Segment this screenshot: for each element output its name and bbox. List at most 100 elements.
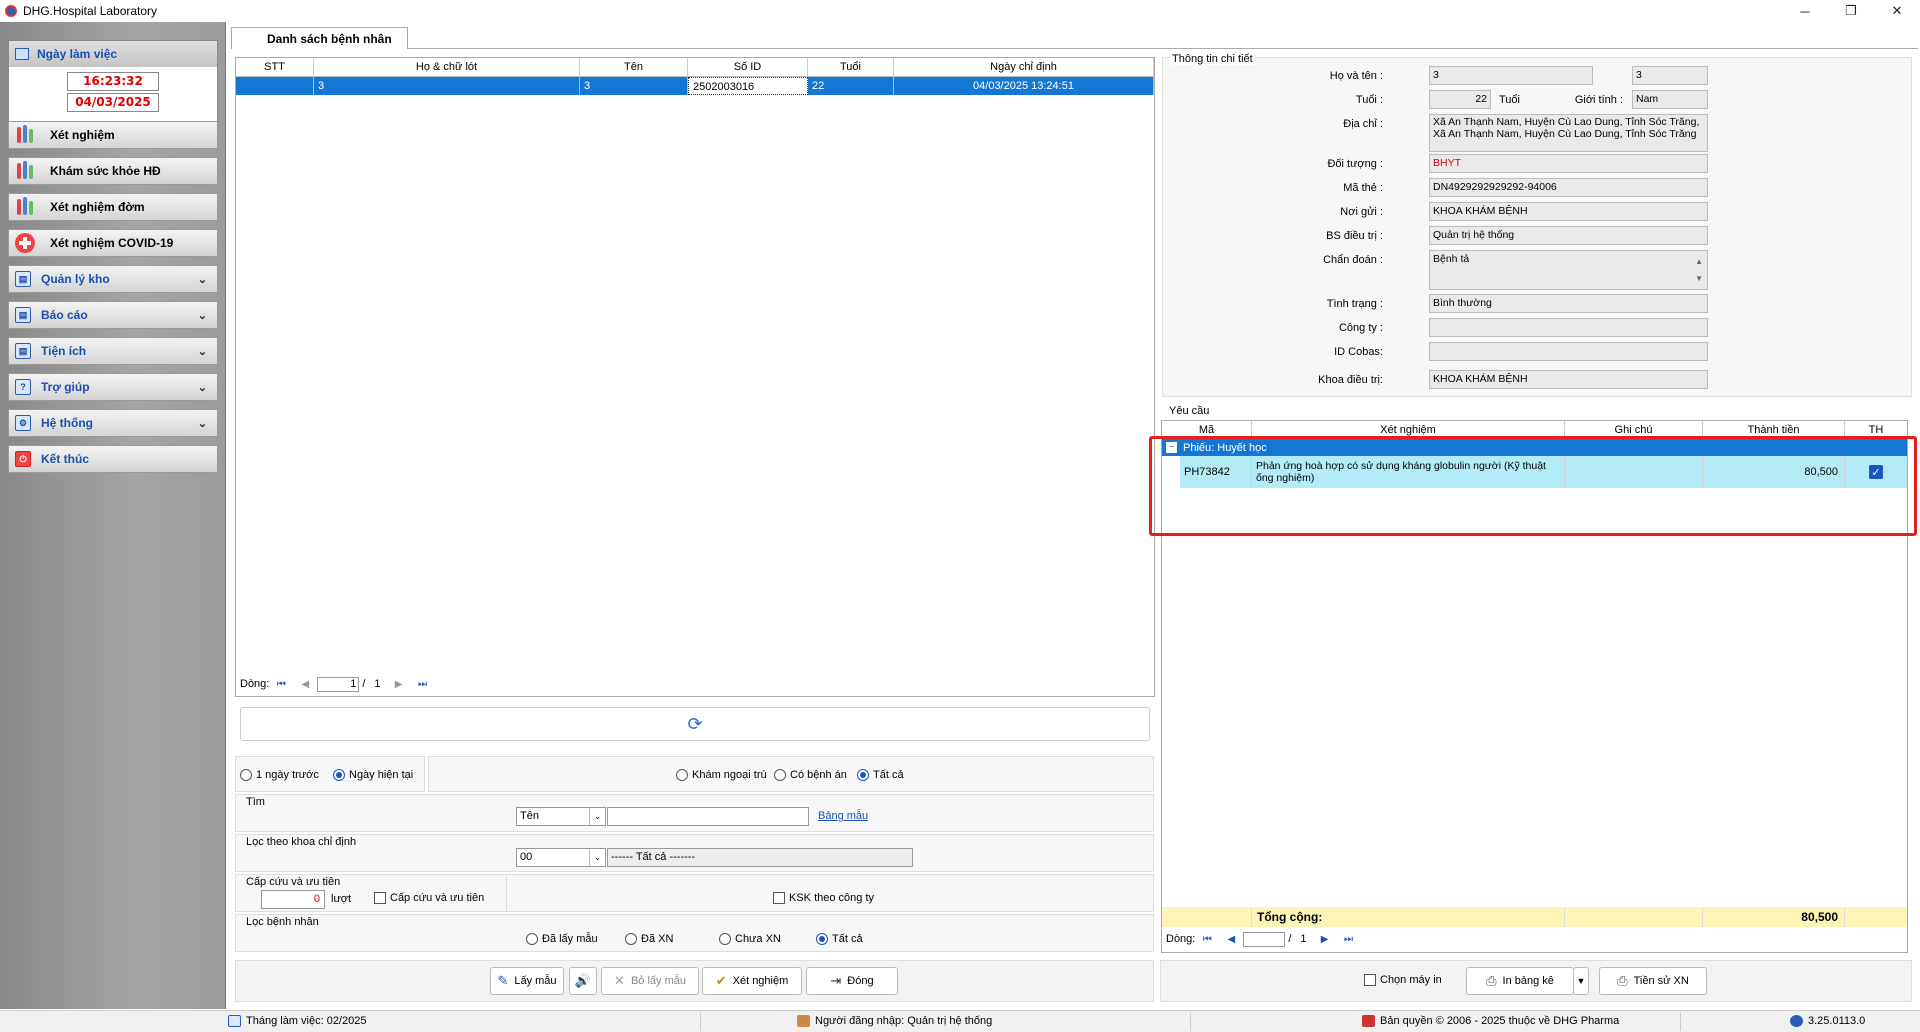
column-header[interactable]: Tuổi xyxy=(808,58,894,76)
radio-co-benh-an[interactable]: Có bệnh án xyxy=(774,769,847,781)
status-version: 3.25.0113.0 xyxy=(1790,1015,1865,1027)
status-month: Tháng làm việc: 02/2025 xyxy=(228,1015,366,1027)
chan-doan-value: Bệnh tả xyxy=(1433,253,1470,265)
label-id-cobas: ID Cobas: xyxy=(1334,346,1383,358)
search-panel: Tìm Tên ⌄ Bảng mẫu xyxy=(235,794,1154,832)
radio-today[interactable]: Ngày hiện tại xyxy=(333,769,413,781)
detail-panel: Thông tin chi tiết Họ và tên : 3 3 Tuổi … xyxy=(1162,53,1912,397)
label-dia-chi: Địa chỉ : xyxy=(1343,118,1383,130)
label-bs-dieu-tri: BS điều trị : xyxy=(1326,230,1383,242)
users-icon xyxy=(797,1015,810,1027)
radio-kham-ngoai-tru[interactable]: Khám ngoại trú xyxy=(676,769,767,781)
nav-group-tien-ich[interactable]: ▤ Tiện ích ⌄ xyxy=(8,337,218,365)
nav-group-he-thong[interactable]: ⚙ Hệ thống ⌄ xyxy=(8,409,218,437)
take-sample-button[interactable]: ✎ Lấy mẫu xyxy=(490,967,564,995)
field-tinh-trang: Bình thường xyxy=(1429,294,1708,313)
radio-tat-ca-type[interactable]: Tất cả xyxy=(857,769,904,781)
radio-da-lay-mau[interactable]: Đã lấy mẫu xyxy=(526,933,598,945)
bang-mau-link[interactable]: Bảng mẫu xyxy=(818,810,868,822)
page-input[interactable] xyxy=(1243,931,1286,947)
radio-da-xn[interactable]: Đã XN xyxy=(625,933,673,945)
nav-group-quan-ly-kho[interactable]: ▤ Quản lý kho ⌄ xyxy=(8,265,218,293)
table-row[interactable]: 3 3 2502003016 22 04/03/2025 13:24:51 xyxy=(236,77,1154,95)
first-page-icon[interactable]: ⏮ xyxy=(1200,932,1214,946)
cell-tuoi: 22 xyxy=(808,77,894,95)
printer-icon: ⎙ xyxy=(1486,973,1497,988)
close-form-button[interactable]: ⇥ Đóng xyxy=(806,967,898,995)
exit-icon: ⏻ xyxy=(15,451,31,467)
dept-code-select[interactable]: 00 ⌄ xyxy=(516,848,606,867)
print-dropdown-button[interactable]: ▼ xyxy=(1573,967,1589,995)
close-button[interactable]: ✕ xyxy=(1874,0,1920,22)
checkbox-ksk[interactable]: KSK theo công ty xyxy=(773,892,874,904)
total-spacer xyxy=(1845,907,1907,927)
last-page-icon[interactable]: ⏭ xyxy=(416,677,430,691)
speaker-button[interactable]: 🔊 xyxy=(569,967,597,995)
detail-title: Thông tin chi tiết xyxy=(1170,53,1255,65)
chevron-down-icon: ⌄ xyxy=(589,849,605,866)
next-page-icon[interactable]: ▶ xyxy=(392,677,406,691)
prev-page-icon[interactable]: ◀ xyxy=(1224,932,1238,946)
radio-chua-xn[interactable]: Chưa XN xyxy=(719,933,781,945)
cancel-sample-button[interactable]: ✕ Bỏ lấy mẫu xyxy=(601,967,699,995)
nav-item-covid[interactable]: Xét nghiệm COVID-19 xyxy=(8,229,218,257)
next-page-icon[interactable]: ▶ xyxy=(1318,932,1332,946)
maximize-button[interactable]: ❐ xyxy=(1828,0,1874,22)
dept-filter-panel: Lọc theo khoa chỉ định 00 ⌄ ------ Tất cả… xyxy=(235,834,1154,872)
patient-filter-panel: Lọc bệnh nhân Đã lấy mẫu Đã XN Chưa XN T… xyxy=(235,914,1154,952)
nav-item-kham-suc-khoe[interactable]: Khám sức khỏe HĐ xyxy=(8,157,218,185)
label-tinh-trang: Tình trạng : xyxy=(1326,298,1383,310)
nav-group-bao-cao[interactable]: ▤ Báo cáo ⌄ xyxy=(8,301,218,329)
title-bar: DHG.Hospital Laboratory ─ ❐ ✕ xyxy=(0,0,1920,22)
nav-group-label: Trợ giúp xyxy=(41,380,90,394)
take-sample-icon: ✎ xyxy=(497,973,509,988)
utility-icon: ▤ xyxy=(15,343,31,359)
workday-time: 16:23:32 xyxy=(67,72,159,91)
column-header[interactable]: Số ID xyxy=(688,58,808,76)
nav-group-ket-thuc[interactable]: ⏻ Kết thúc xyxy=(8,445,218,473)
total-label: Tổng cộng: xyxy=(1252,907,1565,927)
nav-item-xet-nghiem[interactable]: Xét nghiệm xyxy=(8,121,218,149)
app-icon xyxy=(5,5,17,17)
tab-danh-sach-benh-nhan[interactable]: Danh sách bệnh nhân xyxy=(231,27,408,49)
scroll-down-icon[interactable]: ▼ xyxy=(1695,270,1703,287)
history-button[interactable]: ⎙ Tiền sử XN xyxy=(1599,967,1707,995)
refresh-button[interactable]: ⟳ xyxy=(240,707,1150,741)
nav-group-tro-giup[interactable]: ? Trợ giúp ⌄ xyxy=(8,373,218,401)
total-row: Tổng cộng: 80,500 xyxy=(1162,907,1907,927)
checkbox-cap-cuu[interactable]: Cấp cứu và ưu tiên xyxy=(374,892,484,904)
workday-header[interactable]: Ngày làm việc xyxy=(9,41,217,67)
test-tubes-icon xyxy=(12,158,38,184)
first-page-icon[interactable]: ⏮ xyxy=(274,677,288,691)
prev-page-icon[interactable]: ◀ xyxy=(298,677,312,691)
checkbox-chon-may-in[interactable]: Chọn máy in xyxy=(1364,974,1442,986)
print-button[interactable]: ⎙ In bảng kê xyxy=(1466,967,1574,995)
pager-separator: / xyxy=(362,678,366,690)
minimize-button[interactable]: ─ xyxy=(1782,0,1828,22)
scroll-up-icon[interactable]: ▲ xyxy=(1695,253,1703,270)
radio-prev-day[interactable]: 1 ngày trước xyxy=(240,769,319,781)
date-filter-panel: 1 ngày trước Ngày hiện tại xyxy=(235,756,425,792)
search-field-select[interactable]: Tên ⌄ xyxy=(516,807,606,826)
patient-list: STT Họ & chữ lót Tên Số ID Tuổi Ngày chỉ… xyxy=(235,57,1155,697)
requests-title: Yêu cầu xyxy=(1169,405,1210,417)
test-tubes-icon xyxy=(12,194,38,220)
column-header[interactable]: STT xyxy=(236,58,314,76)
last-page-icon[interactable]: ⏭ xyxy=(1342,932,1356,946)
page-input[interactable]: 1 xyxy=(317,676,360,692)
field-ten: 3 xyxy=(1632,66,1708,85)
column-header[interactable]: Tên xyxy=(580,58,688,76)
label-gioi-tinh: Giới tính : xyxy=(1574,94,1623,106)
nav-item-label: Xét nghiệm đờm xyxy=(50,200,145,214)
test-button[interactable]: ✔ Xét nghiệm xyxy=(702,967,802,995)
cell-so-id: 2502003016 xyxy=(688,77,808,95)
box-icon: ▤ xyxy=(15,271,31,287)
radio-tat-ca-patient[interactable]: Tất cả xyxy=(816,933,863,945)
nav-item-xet-nghiem-dom[interactable]: Xét nghiệm đờm xyxy=(8,193,218,221)
gear-icon: ⚙ xyxy=(15,415,31,431)
divider xyxy=(506,875,507,911)
search-input[interactable] xyxy=(607,807,809,826)
column-header[interactable]: Họ & chữ lót xyxy=(314,58,580,76)
nav-group-label: Báo cáo xyxy=(41,308,88,322)
column-header[interactable]: Ngày chỉ định xyxy=(894,58,1154,76)
